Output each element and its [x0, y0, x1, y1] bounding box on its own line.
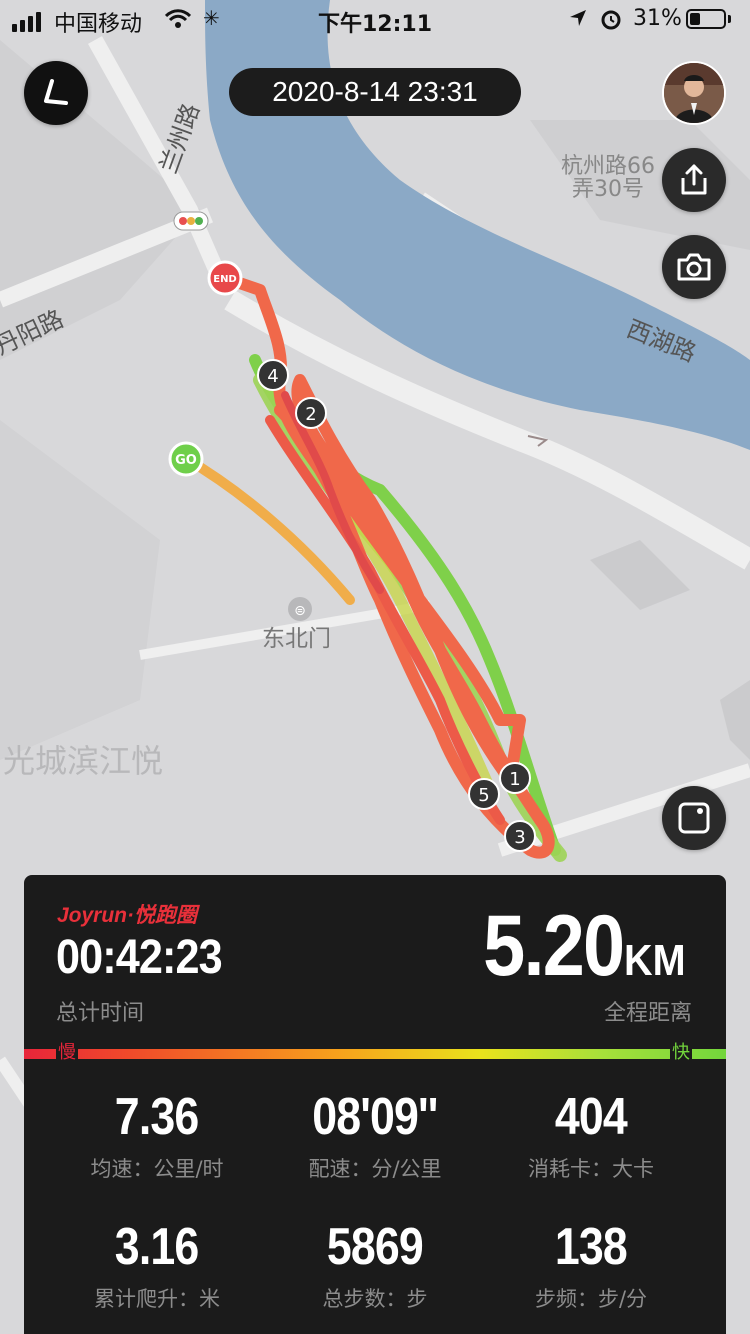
avatar-image	[664, 63, 724, 123]
location-arrow-icon	[570, 10, 586, 26]
back-button[interactable]	[24, 61, 88, 125]
map-toggle-icon	[678, 802, 710, 834]
run-summary-panel: Joyrun·悦跑圈 00:42:23 总计时间 5.20KM 全程距离 慢 快…	[24, 875, 726, 1334]
camera-button[interactable]	[662, 235, 726, 299]
marker-km-2-label: 2	[305, 404, 316, 425]
total-duration-label: 总计时间	[56, 1001, 145, 1026]
back-arrow-icon	[44, 79, 68, 105]
pace-slow-label: 慢	[56, 1041, 78, 1065]
alarm-icon	[601, 10, 621, 30]
stat-label: 总步数：步	[322, 1287, 428, 1311]
stat-value: 138	[554, 1218, 628, 1276]
marker-km-1[interactable]: 1	[499, 762, 531, 794]
stat-elevation-gain: 3.16 累计爬升：米	[40, 1217, 274, 1313]
distance-value: 5.20	[483, 898, 625, 994]
activity-date: 2020-8-14 23:31	[229, 68, 521, 116]
traffic-light-icon	[173, 211, 209, 231]
share-icon	[681, 164, 707, 195]
share-button[interactable]	[662, 148, 726, 212]
stat-label: 消耗卡：大卡	[528, 1157, 654, 1181]
stat-calories: 404 消耗卡：大卡	[474, 1087, 708, 1183]
marker-km-4[interactable]: 4	[257, 359, 289, 391]
subway-icon-glyph: ⊜	[294, 603, 306, 619]
marker-start[interactable]: GO	[168, 441, 204, 477]
total-distance: 5.20KM	[464, 897, 692, 996]
marker-start-label: GO	[175, 453, 197, 468]
total-duration: 00:42:23	[56, 931, 223, 984]
stat-label: 步频：步/分	[534, 1287, 648, 1311]
pace-fast-label: 快	[670, 1041, 692, 1065]
map-label-guangcheng: 光城滨江悦	[3, 742, 163, 780]
stat-value: 404	[554, 1088, 628, 1146]
marker-km-2[interactable]: 2	[295, 397, 327, 429]
distance-unit: KM	[623, 936, 686, 985]
marker-km-3[interactable]: 3	[504, 820, 536, 852]
map-label-address: 杭州路66	[561, 154, 655, 179]
stat-value: 7.36	[115, 1088, 199, 1146]
marker-km-1-label: 1	[509, 769, 520, 790]
pace-legend-bar	[24, 1049, 726, 1059]
marker-km-4-label: 4	[267, 366, 278, 387]
stat-pace: 08'09'' 配速：分/公里	[258, 1087, 492, 1183]
stat-total-steps: 5869 总步数：步	[258, 1217, 492, 1313]
marker-km-3-label: 3	[514, 827, 525, 848]
marker-end-label: END	[213, 274, 237, 285]
stat-label: 累计爬升：米	[94, 1287, 220, 1311]
status-bar: 中国移动 ✳ 下午12:11 31%	[0, 0, 750, 40]
battery-nub	[728, 15, 731, 23]
stat-avg-speed: 7.36 均速：公里/时	[40, 1087, 274, 1183]
marker-km-5[interactable]: 5	[468, 778, 500, 810]
avatar[interactable]	[662, 61, 726, 125]
total-distance-label: 全程距离	[603, 1001, 692, 1026]
marker-km-5-label: 5	[478, 785, 489, 806]
marker-end[interactable]: END	[207, 260, 243, 296]
stat-value: 3.16	[115, 1218, 199, 1276]
stat-value: 5869	[326, 1218, 424, 1276]
stat-cadence: 138 步频：步/分	[474, 1217, 708, 1313]
battery-percent: 31%	[633, 6, 682, 31]
brand-logo: Joyrun·悦跑圈	[57, 904, 198, 927]
stat-label: 配速：分/公里	[308, 1157, 442, 1181]
map-label-dongbeimen: 东北门	[262, 626, 331, 652]
camera-icon	[677, 253, 711, 281]
map-toggle-button[interactable]	[662, 786, 726, 850]
stat-label: 均速：公里/时	[90, 1157, 224, 1181]
battery-icon	[686, 9, 726, 29]
stat-value: 08'09''	[312, 1088, 438, 1146]
map-label-address: 弄30号	[572, 177, 644, 202]
